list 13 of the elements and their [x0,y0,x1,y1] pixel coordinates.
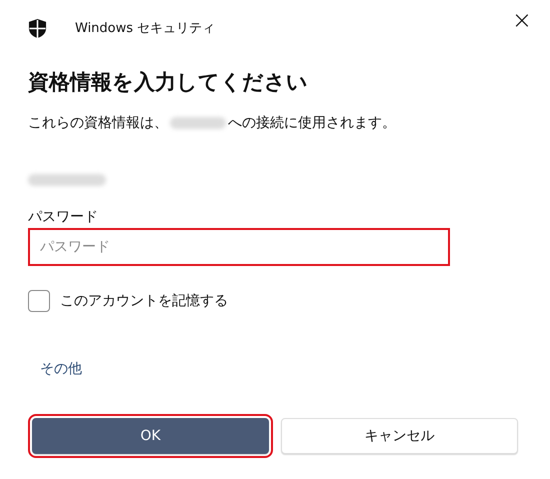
more-link[interactable]: その他 [40,361,82,377]
shield-icon [28,18,47,38]
dialog-heading: 資格情報を入力してください [28,69,309,96]
field-label: パスワード [28,208,99,226]
cancel-button[interactable]: キャンセル [281,418,518,454]
message-text: これらの資格情報は、 [28,114,168,132]
close-button[interactable]: × [512,6,532,34]
redacted-text [170,117,226,129]
window-title: Windows セキュリティ [75,20,216,37]
message-text: への接続に使用されます。 [228,114,396,132]
checkbox[interactable] [28,290,50,312]
password-field[interactable]: パスワード [28,228,450,266]
checkbox-label[interactable]: このアカウントを記憶する [60,292,228,310]
